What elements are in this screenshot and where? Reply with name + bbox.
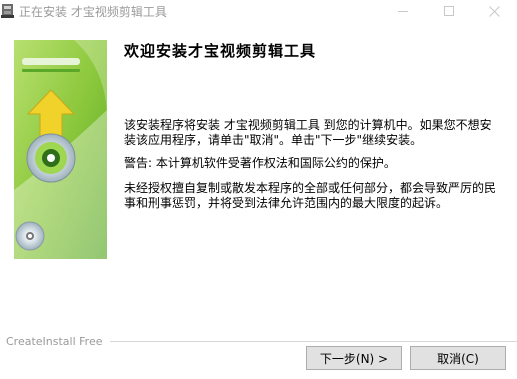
intro-paragraph: 该安装程序将安装 才宝视频剪辑工具 到您的计算机中。如果您不想安装该应用程序，请… — [124, 118, 492, 147]
small-disc-icon — [15, 221, 45, 251]
legal-paragraph: 未经授权擅自复制或散发本程序的全部或任何部分，都会导致严厉的民事和刑事惩罚，并将… — [124, 181, 497, 210]
footer-divider — [110, 341, 517, 342]
minimize-icon — [398, 10, 408, 12]
close-button[interactable] — [471, 0, 517, 22]
cancel-button[interactable]: 取消(C) — [410, 346, 506, 370]
maximize-button[interactable] — [426, 0, 472, 22]
cd-disc-icon — [26, 133, 76, 183]
minimize-button[interactable] — [380, 0, 426, 22]
createinstall-brand: CreateInstall Free — [6, 335, 103, 348]
installer-banner-image — [14, 40, 107, 259]
maximize-icon — [444, 6, 454, 16]
title-bar[interactable]: 正在安装 才宝视频剪辑工具 — [0, 0, 517, 24]
installer-app-icon — [1, 4, 14, 18]
welcome-heading: 欢迎安装才宝视频剪辑工具 — [124, 42, 317, 60]
close-icon — [488, 5, 500, 17]
window-title: 正在安装 才宝视频剪辑工具 — [19, 5, 167, 19]
next-button[interactable]: 下一步(N) > — [306, 346, 402, 370]
warning-paragraph: 警告: 本计算机软件受著作权法和国际公约的保护。 — [124, 156, 396, 170]
